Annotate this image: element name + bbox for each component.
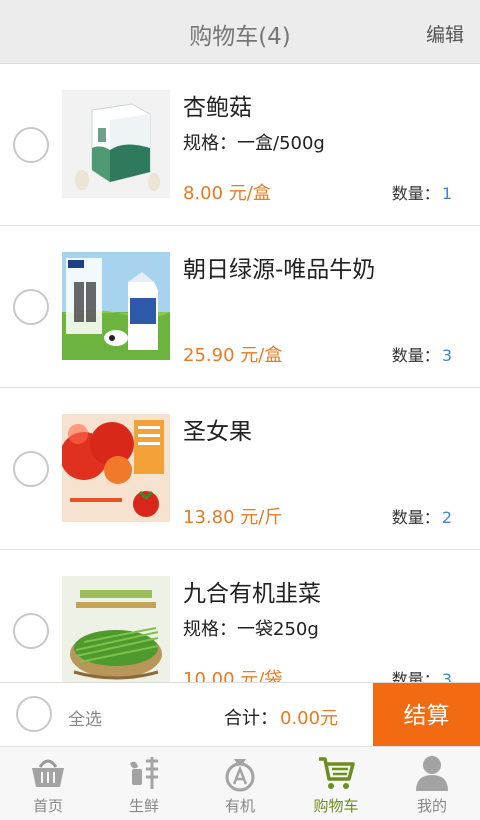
quantity: 数量： 2 (392, 504, 452, 528)
quantity-label: 数量： (391, 508, 440, 527)
fresh-icon (124, 753, 164, 793)
tab-label: 首页 (32, 797, 63, 815)
item-select-radio[interactable] (13, 289, 49, 325)
item-select-radio[interactable] (13, 613, 49, 649)
cart-item[interactable]: 九合有机韭菜 规格：一袋250g 10.00 元/袋 数量： 3 (0, 550, 480, 682)
cart-item[interactable]: 杏鲍菇 规格：一盒/500g 8.00 元/盒 数量： 1 (0, 64, 480, 226)
organic-icon (220, 753, 260, 793)
quantity-label: 数量： (391, 670, 440, 682)
product-name[interactable]: 朝日绿源-唯品牛奶 (183, 250, 375, 284)
product-price: 10.00 元/袋 (183, 669, 283, 682)
total-label: 合计： (224, 708, 278, 729)
quantity-value: 3 (441, 346, 452, 365)
cart-item[interactable]: 朝日绿源-唯品牛奶 25.90 元/盒 数量： 3 (0, 226, 480, 388)
bottom-tab-bar: 首页 生鲜 有机 购物车 我的 (0, 746, 480, 820)
product-price: 8.00 元/盒 (183, 183, 271, 204)
total-value: 0.00元 (280, 708, 339, 729)
basket-icon (28, 753, 68, 793)
checkout-bar: 全选 合计： 0.00元 结算 (0, 682, 480, 747)
product-price: 25.90 元/盒 (183, 345, 283, 366)
tab-profile[interactable]: 我的 (384, 747, 480, 820)
product-name[interactable]: 圣女果 (183, 412, 252, 446)
top-bar: 购物车(4) 编辑 (0, 0, 480, 64)
product-image[interactable] (62, 90, 170, 198)
cart-item[interactable]: 圣女果 13.80 元/斤 数量： 2 (0, 388, 480, 550)
select-all-radio[interactable] (16, 696, 52, 732)
quantity-value: 2 (441, 508, 452, 527)
quantity: 数量： 3 (392, 342, 452, 366)
page-title: 购物车(4) (189, 24, 291, 50)
quantity: 数量： 1 (392, 180, 452, 204)
quantity-label: 数量： (391, 346, 440, 365)
edit-button[interactable]: 编辑 (426, 20, 464, 47)
user-icon (412, 753, 452, 793)
product-name[interactable]: 九合有机韭菜 (183, 574, 321, 608)
item-select-radio[interactable] (13, 127, 49, 163)
tab-label: 购物车 (313, 797, 359, 815)
cart-icon (316, 753, 356, 793)
tab-fresh[interactable]: 生鲜 (96, 747, 192, 820)
tab-label: 我的 (416, 797, 447, 815)
quantity-value: 3 (441, 670, 452, 682)
item-select-radio[interactable] (13, 451, 49, 487)
quantity: 数量： 3 (392, 666, 452, 682)
mushroom-box-image (62, 90, 170, 198)
product-name[interactable]: 杏鲍菇 (183, 88, 252, 122)
tab-home[interactable]: 首页 (0, 747, 96, 820)
milk-carton-image (62, 252, 170, 360)
product-image[interactable] (62, 576, 170, 682)
product-price: 13.80 元/斤 (183, 507, 283, 528)
product-image[interactable] (62, 414, 170, 522)
select-all-label[interactable]: 全选 (68, 705, 102, 730)
product-spec: 规格：一袋250g (183, 619, 319, 640)
quantity-value: 1 (441, 184, 452, 203)
tab-cart[interactable]: 购物车 (288, 747, 384, 820)
product-spec: 规格：一盒/500g (183, 133, 325, 154)
checkout-button[interactable]: 结算 (373, 683, 480, 747)
cherry-tomato-image (62, 414, 170, 522)
tab-organic[interactable]: 有机 (192, 747, 288, 820)
tab-label: 生鲜 (128, 797, 159, 815)
cart-list[interactable]: 杏鲍菇 规格：一盒/500g 8.00 元/盒 数量： 1 朝日绿源-唯品牛奶 … (0, 64, 480, 682)
chives-basket-image (62, 576, 170, 682)
product-image[interactable] (62, 252, 170, 360)
tab-label: 有机 (224, 797, 255, 815)
quantity-label: 数量： (391, 184, 440, 203)
